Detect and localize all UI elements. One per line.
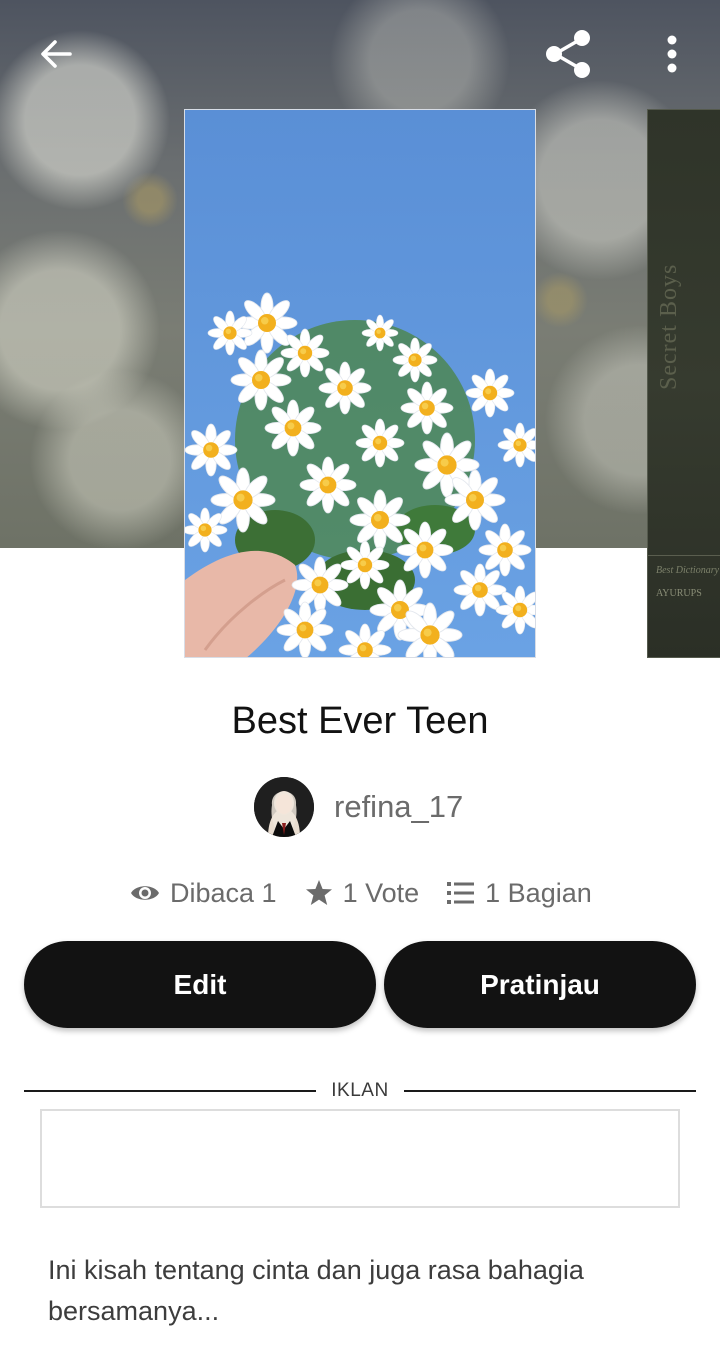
- ad-slot[interactable]: [40, 1109, 680, 1208]
- next-cover-divider: [648, 555, 720, 556]
- ad-divider-line-right: [404, 1090, 696, 1092]
- preview-button[interactable]: Pratinjau: [384, 941, 696, 1028]
- daisy-bouquet-image: [185, 110, 535, 657]
- parts-stat: 1 Bagian: [447, 878, 592, 909]
- eye-icon: [131, 886, 159, 900]
- story-stats: Dibaca 1 1 Vote 1 Bagian: [130, 870, 592, 916]
- ad-divider-line-left: [24, 1090, 316, 1092]
- reads-stat: Dibaca 1: [130, 878, 277, 909]
- list-icon: [447, 882, 475, 904]
- story-cover[interactable]: [184, 109, 536, 658]
- votes-stat: 1 Vote: [305, 877, 420, 909]
- share-button[interactable]: [536, 22, 600, 86]
- next-cover-subtitle: Best Dictionary: [656, 565, 720, 576]
- star-icon: [305, 880, 332, 905]
- more-options-button[interactable]: [648, 24, 696, 84]
- next-story-cover[interactable]: Secret Boys Best Dictionary AYURUPS: [647, 109, 720, 658]
- parts-count: 1 Bagian: [485, 877, 592, 908]
- ad-label: IKLAN: [331, 1080, 389, 1101]
- story-description: Ini kisah tentang cinta dan juga rasa ba…: [48, 1255, 584, 1326]
- next-cover-author: AYURUPS: [656, 588, 702, 599]
- top-bar: [0, 0, 720, 108]
- back-button[interactable]: [26, 26, 86, 82]
- author-row[interactable]: refina_17: [254, 777, 463, 837]
- author-avatar-image: [254, 777, 314, 837]
- author-name[interactable]: refina_17: [334, 789, 463, 825]
- edit-button[interactable]: Edit: [24, 941, 376, 1028]
- ad-divider: IKLAN: [24, 1080, 696, 1104]
- votes-count: 1 Vote: [342, 877, 420, 908]
- story-details-screen: Secret Boys Best Dictionary AYURUPS Best…: [0, 0, 720, 1351]
- arrow-left-icon: [41, 40, 72, 68]
- avatar[interactable]: [254, 777, 314, 837]
- next-cover-title: Secret Boys: [656, 263, 682, 390]
- story-title: Best Ever Teen: [231, 700, 489, 742]
- reads-count: Dibaca 1: [170, 877, 277, 908]
- share-icon: [546, 30, 590, 78]
- more-vertical-icon: [667, 35, 677, 73]
